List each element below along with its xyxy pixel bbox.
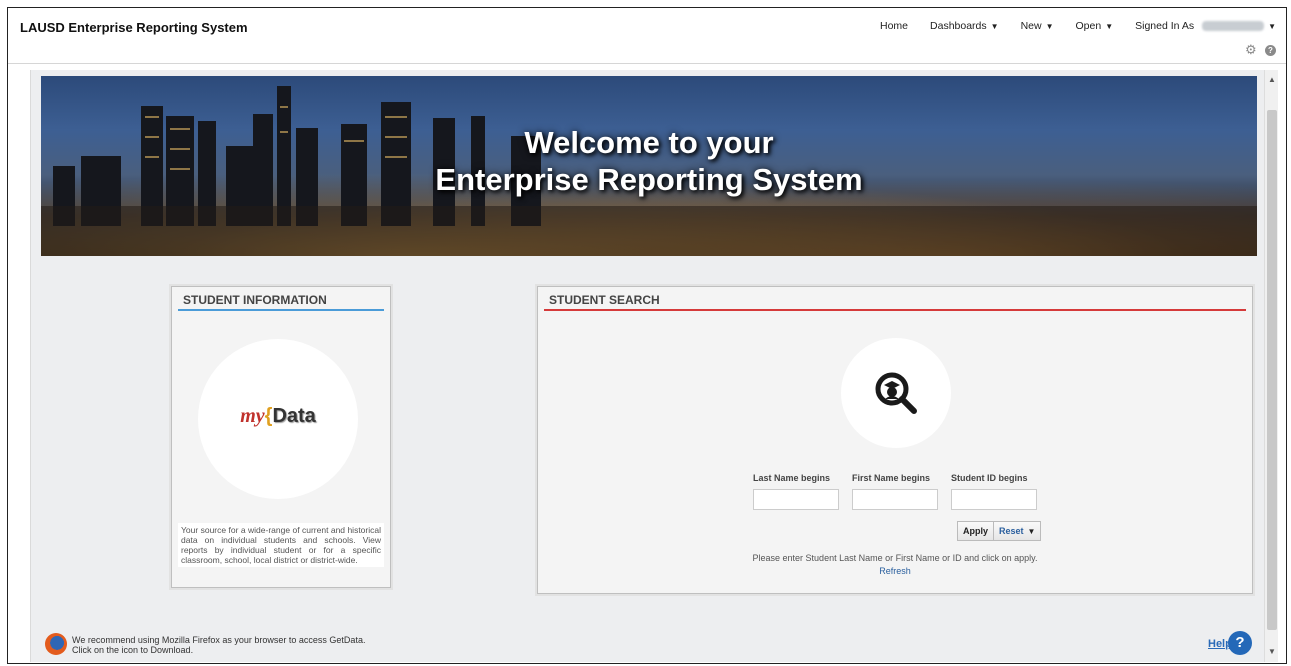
utility-icons: ⚙ ?	[1245, 43, 1276, 56]
caret-down-icon: ▼	[1268, 21, 1276, 31]
apply-button[interactable]: Apply	[957, 521, 995, 541]
nav-open-label: Open	[1075, 20, 1102, 32]
browser-recommendation-line1: We recommend using Mozilla Firefox as yo…	[72, 635, 366, 645]
nav-open-menu[interactable]: Open ▼	[1076, 20, 1114, 32]
vertical-scrollbar[interactable]: ▲ ▼	[1264, 70, 1278, 662]
scroll-up-arrow-icon[interactable]: ▲	[1265, 72, 1279, 88]
last-name-field: Last Name begins	[753, 473, 839, 510]
browser-recommendation-line2: Click on the icon to Download.	[72, 645, 194, 655]
signed-in-user-menu[interactable]: Signed In As ▼	[1135, 20, 1276, 32]
first-name-input[interactable]	[852, 489, 938, 510]
logo-data-text: Data	[272, 405, 316, 427]
reset-button-label: Reset	[999, 526, 1024, 536]
signed-in-label: Signed In As	[1135, 20, 1195, 32]
nav-home-label: Home	[880, 20, 909, 32]
logo-my-text: my	[240, 405, 265, 427]
help-circle-icon[interactable]: ?	[1265, 44, 1276, 56]
banner-title-line2: Enterprise Reporting System	[435, 162, 863, 197]
apply-button-label: Apply	[963, 526, 989, 536]
mydata-link[interactable]: my{Data	[198, 339, 358, 499]
last-name-label: Last Name begins	[753, 473, 831, 483]
reset-menu-button[interactable]: Reset ▼	[993, 521, 1042, 541]
student-search-panel: STUDENT SEARCH Last Name begins First Na…	[537, 286, 1253, 594]
help-question-icon[interactable]: ?	[1228, 631, 1252, 655]
first-name-field: First Name begins	[852, 473, 938, 510]
first-name-label: First Name begins	[852, 473, 931, 483]
top-header: LAUSD Enterprise Reporting System Home D…	[8, 8, 1286, 64]
student-id-input[interactable]	[951, 489, 1037, 510]
student-magnifier-icon	[875, 372, 917, 414]
student-search-heading: STUDENT SEARCH	[544, 287, 1246, 311]
student-information-description: Your source for a wide-range of current …	[178, 523, 384, 567]
firefox-icon[interactable]	[45, 633, 67, 655]
caret-down-icon: ▼	[1105, 21, 1114, 31]
scroll-down-arrow-icon[interactable]: ▼	[1265, 644, 1279, 660]
last-name-input[interactable]	[753, 489, 839, 510]
browser-frame: LAUSD Enterprise Reporting System Home D…	[7, 7, 1287, 664]
nav-dashboards-menu[interactable]: Dashboards ▼	[930, 20, 999, 32]
caret-down-icon: ▼	[1045, 21, 1054, 31]
student-search-graphic	[841, 338, 951, 448]
search-hint-text: Please enter Student Last Name or First …	[752, 553, 1038, 563]
banner-title: Welcome to your Enterprise Reporting Sys…	[41, 124, 1257, 198]
nav-dashboards-label: Dashboards	[930, 20, 987, 32]
banner-title-line1: Welcome to your	[524, 125, 774, 160]
dashboard-content: Welcome to your Enterprise Reporting Sys…	[30, 70, 1268, 662]
nav-new-label: New	[1020, 20, 1042, 32]
refresh-link[interactable]: Refresh	[538, 566, 1252, 576]
student-information-panel: STUDENT INFORMATION my{Data Your source …	[171, 286, 391, 588]
student-id-field: Student ID begins	[951, 473, 1037, 510]
student-information-heading: STUDENT INFORMATION	[178, 287, 384, 311]
nav-home[interactable]: Home	[880, 20, 908, 32]
redacted-username	[1202, 21, 1265, 31]
student-id-label: Student ID begins	[951, 473, 1028, 483]
browser-recommendation: We recommend using Mozilla Firefox as yo…	[72, 635, 365, 655]
scroll-thumb[interactable]	[1267, 110, 1277, 630]
nav-new-menu[interactable]: New ▼	[1021, 20, 1054, 32]
welcome-banner: Welcome to your Enterprise Reporting Sys…	[41, 76, 1257, 256]
app-title: LAUSD Enterprise Reporting System	[20, 20, 248, 35]
caret-down-icon: ▼	[990, 21, 999, 31]
gear-icon[interactable]: ⚙	[1245, 43, 1257, 56]
top-navigation: Home Dashboards ▼ New ▼ Open ▼ Signed In As…	[858, 20, 1276, 32]
caret-down-icon: ▼	[1027, 526, 1036, 536]
mydata-logo: my{Data	[198, 405, 358, 428]
